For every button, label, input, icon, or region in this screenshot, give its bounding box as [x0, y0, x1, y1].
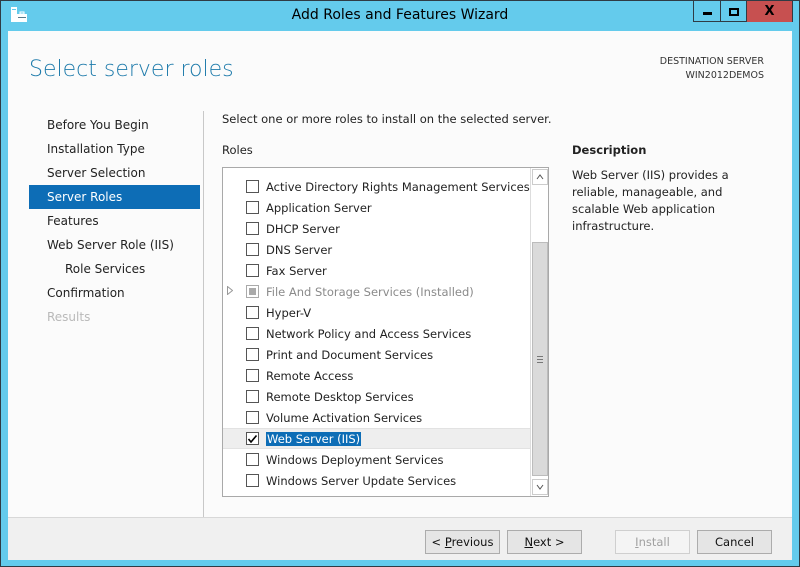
chevron-up-icon	[536, 174, 544, 180]
role-label: Web Server (IIS)	[266, 431, 362, 446]
role-checkbox[interactable]	[246, 264, 259, 277]
role-checkbox[interactable]	[246, 390, 259, 403]
role-item[interactable]: Web Server (IIS)	[223, 428, 530, 449]
roles-scrollbar[interactable]	[530, 168, 548, 496]
description-text: Web Server (IIS) provides a reliable, ma…	[572, 168, 729, 233]
nav-item-web-server-role-iis[interactable]: Web Server Role (IIS)	[29, 233, 200, 257]
role-label: Volume Activation Services	[266, 410, 423, 425]
window-title: Add Roles and Features Wizard	[291, 7, 509, 23]
scroll-up-button[interactable]	[532, 169, 548, 185]
destination-server-info: DESTINATION SERVER WIN2012DEMOS	[660, 55, 764, 83]
nav-item-server-roles[interactable]: Server Roles	[29, 185, 200, 209]
minimize-button[interactable]	[694, 1, 721, 22]
role-checkbox[interactable]	[246, 222, 259, 235]
nav-divider	[203, 111, 204, 518]
role-item[interactable]: Application Server	[223, 197, 530, 218]
destination-label: DESTINATION SERVER	[659, 56, 764, 67]
role-checkbox[interactable]	[246, 453, 259, 466]
role-item[interactable]: DHCP Server	[223, 218, 530, 239]
role-item[interactable]: Fax Server	[223, 260, 530, 281]
role-item[interactable]: DNS Server	[223, 239, 530, 260]
expand-triangle-icon[interactable]	[227, 284, 235, 298]
role-checkbox[interactable]	[246, 201, 259, 214]
role-item[interactable]: Active Directory Rights Management Servi…	[223, 176, 530, 197]
role-checkbox[interactable]	[246, 180, 259, 193]
role-item[interactable]: Remote Desktop Services	[223, 386, 530, 407]
scroll-down-button[interactable]	[532, 479, 548, 495]
roles-heading: Roles	[222, 143, 253, 157]
nav-item-before-you-begin[interactable]: Before You Begin	[29, 113, 200, 137]
install-button: Install	[615, 530, 690, 554]
nav-item-features[interactable]: Features	[29, 209, 200, 233]
role-label: Windows Server Update Services	[266, 473, 457, 488]
roles-list[interactable]: Active Directory Rights Management Servi…	[222, 167, 549, 497]
wizard-footer: < Previous Next > Install Cancel	[8, 517, 792, 560]
nav-item-confirmation[interactable]: Confirmation	[29, 281, 200, 305]
role-item[interactable]: Network Policy and Access Services	[223, 323, 530, 344]
next-button[interactable]: Next >	[507, 530, 582, 554]
maximize-icon	[728, 7, 739, 16]
role-label: Fax Server	[266, 263, 327, 278]
role-label: Network Policy and Access Services	[266, 326, 472, 341]
role-checkbox[interactable]	[246, 243, 259, 256]
role-label: Print and Document Services	[266, 347, 434, 362]
checkmark-icon	[247, 434, 258, 443]
instructions-text: Select one or more roles to install on t…	[222, 112, 552, 126]
minimize-icon	[702, 12, 712, 15]
role-checkbox[interactable]	[246, 432, 259, 445]
close-button[interactable]: X	[747, 1, 792, 22]
wizard-step-nav: Before You Begin Installation Type Server …	[29, 113, 200, 329]
nav-item-results: Results	[47, 310, 91, 324]
grip-icon	[537, 355, 543, 363]
description-heading: Description	[572, 143, 647, 157]
maximize-button[interactable]	[721, 1, 747, 22]
role-label: Hyper-V	[266, 305, 312, 320]
role-label: File And Storage Services (Installed)	[266, 284, 474, 299]
previous-button[interactable]: < Previous	[425, 530, 500, 554]
role-item[interactable]: Print and Document Services	[223, 344, 530, 365]
role-checkbox[interactable]	[246, 369, 259, 382]
role-label: Windows Deployment Services	[266, 452, 444, 467]
destination-server-name: WIN2012DEMOS	[685, 70, 764, 81]
role-checkbox[interactable]	[246, 348, 259, 361]
role-checkbox[interactable]	[246, 411, 259, 424]
chevron-down-icon	[536, 484, 544, 490]
role-label: Remote Desktop Services	[266, 389, 414, 404]
role-label: Remote Access	[266, 368, 354, 383]
scroll-thumb[interactable]	[532, 242, 548, 476]
role-item[interactable]: Volume Activation Services	[223, 407, 530, 428]
close-icon: X	[764, 4, 775, 19]
roles-items: Active Directory Rights Management Servi…	[223, 176, 530, 491]
cancel-button[interactable]: Cancel	[697, 530, 772, 554]
role-label: Active Directory Rights Management Servi…	[266, 179, 530, 194]
role-checkbox[interactable]	[246, 474, 259, 487]
role-item[interactable]: Hyper-V	[223, 302, 530, 323]
title-bar[interactable]: Add Roles and Features Wizard X	[1, 1, 799, 31]
role-checkbox[interactable]	[246, 306, 259, 319]
role-label: Application Server	[266, 200, 372, 215]
role-item[interactable]: Windows Deployment Services	[223, 449, 530, 470]
role-label: DHCP Server	[266, 221, 340, 236]
role-item[interactable]: Windows Server Update Services	[223, 470, 530, 491]
role-item[interactable]: Remote Access	[223, 365, 530, 386]
wizard-client-area: Select server roles DESTINATION SERVER W…	[8, 31, 792, 560]
nav-item-server-selection[interactable]: Server Selection	[29, 161, 200, 185]
role-checkbox[interactable]	[246, 327, 259, 340]
role-item[interactable]: File And Storage Services (Installed)	[223, 281, 530, 302]
nav-item-installation-type[interactable]: Installation Type	[29, 137, 200, 161]
role-label: DNS Server	[266, 242, 333, 257]
window-controls: X	[693, 1, 793, 22]
page-title: Select server roles	[29, 57, 234, 82]
wizard-window: Add Roles and Features Wizard X Select s…	[0, 0, 800, 567]
role-checkbox	[246, 285, 259, 298]
nav-item-role-services[interactable]: Role Services	[29, 257, 200, 281]
